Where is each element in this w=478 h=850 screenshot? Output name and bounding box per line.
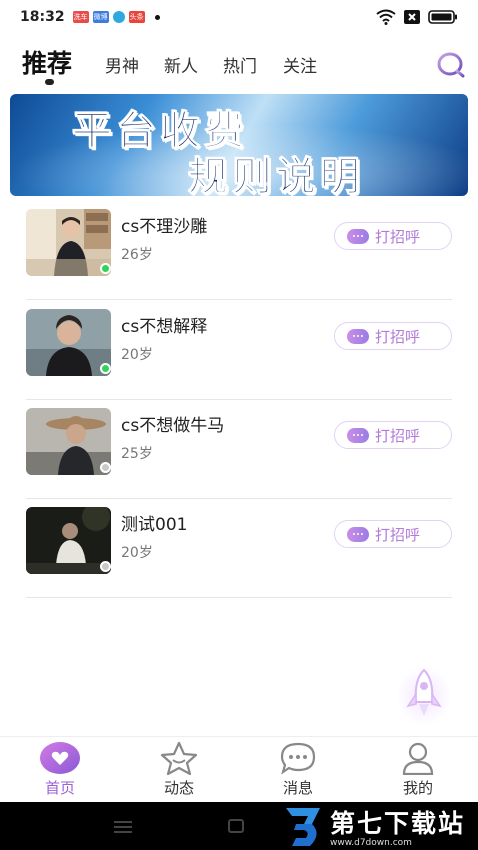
app-notification-icon: 微博 xyxy=(92,11,109,23)
user-name: 测试001 xyxy=(121,515,188,535)
greet-button-label: 打招呼 xyxy=(375,426,421,445)
chat-bubble-icon xyxy=(347,427,369,443)
user-name: cs不理沙雕 xyxy=(121,217,208,237)
search-icon[interactable] xyxy=(436,50,466,80)
banner-title-line2: 规则说明 xyxy=(188,153,364,197)
user-list-item[interactable]: cs不想做牛马 25岁 打招呼 xyxy=(26,399,452,499)
app-notification-icon: 洗车 xyxy=(72,11,89,23)
tab-popular[interactable]: 热门 xyxy=(223,52,257,77)
tab-male-gods[interactable]: 男神 xyxy=(105,52,139,77)
tab-recommend[interactable]: 推荐 xyxy=(22,44,72,80)
online-status-dot xyxy=(100,363,111,374)
chat-icon xyxy=(280,742,316,775)
greet-button[interactable]: 打招呼 xyxy=(334,322,452,350)
nav-home[interactable]: 首页 xyxy=(20,741,100,798)
greet-button-label: 打招呼 xyxy=(375,327,421,346)
user-name: cs不想做牛马 xyxy=(121,416,225,436)
avatar xyxy=(26,209,111,276)
banner-pagination xyxy=(250,182,270,186)
greet-button-label: 打招呼 xyxy=(375,525,421,544)
avatar xyxy=(26,309,111,376)
greet-button[interactable]: 打招呼 xyxy=(334,520,452,548)
profile-icon xyxy=(402,742,434,775)
avatar xyxy=(26,507,111,574)
fee-rules-banner[interactable]: 平台收费 规则说明 xyxy=(10,94,468,196)
app-notification-icon: 头条 xyxy=(128,11,145,23)
nav-profile[interactable]: 我的 xyxy=(378,741,458,798)
watermark-logo-icon xyxy=(286,808,320,846)
star-icon xyxy=(160,741,198,775)
user-list-item[interactable]: cs不理沙雕 26岁 打招呼 xyxy=(26,200,452,300)
system-nav-bar: 第七下载站 www.d7down.com xyxy=(0,802,478,850)
offline-status-dot xyxy=(100,462,111,473)
user-list-item[interactable]: cs不想解释 20岁 打招呼 xyxy=(26,300,452,400)
tab-following[interactable]: 关注 xyxy=(283,52,317,77)
greet-button[interactable]: 打招呼 xyxy=(334,421,452,449)
user-age: 20岁 xyxy=(121,347,153,363)
bottom-nav: 首页 动态 消息 我的 xyxy=(0,736,478,802)
heart-icon xyxy=(40,742,80,774)
battery-icon xyxy=(428,10,457,24)
user-age: 25岁 xyxy=(121,446,153,462)
greet-button-label: 打招呼 xyxy=(375,227,421,246)
sim-icon xyxy=(404,10,420,24)
nav-moments[interactable]: 动态 xyxy=(139,741,219,798)
watermark-title: 第七下载站 xyxy=(330,809,466,838)
rocket-icon[interactable] xyxy=(396,664,452,726)
watermark: 第七下载站 www.d7down.com xyxy=(282,804,465,848)
wifi-icon xyxy=(376,9,396,25)
home-button[interactable] xyxy=(228,819,244,833)
chat-bubble-icon xyxy=(347,228,369,244)
nav-label: 我的 xyxy=(402,779,433,797)
status-bar: 18:32 洗车 微博 头条 xyxy=(0,0,478,34)
nav-messages[interactable]: 消息 xyxy=(258,741,338,798)
online-status-dot xyxy=(100,263,111,274)
chat-bubble-icon xyxy=(347,328,369,344)
user-age: 26岁 xyxy=(121,247,153,263)
menu-icon[interactable] xyxy=(114,820,132,834)
user-name: cs不想解释 xyxy=(121,317,208,337)
avatar xyxy=(26,408,111,475)
nav-label: 首页 xyxy=(44,779,75,797)
category-tabs: 推荐 男神 新人 热门 关注 xyxy=(0,38,478,88)
notification-icons: 洗车 微博 头条 xyxy=(72,11,160,23)
offline-status-dot xyxy=(100,561,111,572)
nav-label: 消息 xyxy=(282,779,313,797)
user-age: 20岁 xyxy=(121,545,153,561)
chat-bubble-icon xyxy=(347,526,369,542)
more-notifications-dot xyxy=(154,14,160,20)
app-notification-icon xyxy=(112,11,125,23)
active-tab-indicator xyxy=(45,79,54,85)
status-time: 18:32 xyxy=(20,9,65,25)
greet-button[interactable]: 打招呼 xyxy=(334,222,452,250)
tab-newcomers[interactable]: 新人 xyxy=(164,52,198,77)
nav-label: 动态 xyxy=(163,779,194,797)
user-list-item[interactable]: 测试001 20岁 打招呼 xyxy=(26,498,452,598)
